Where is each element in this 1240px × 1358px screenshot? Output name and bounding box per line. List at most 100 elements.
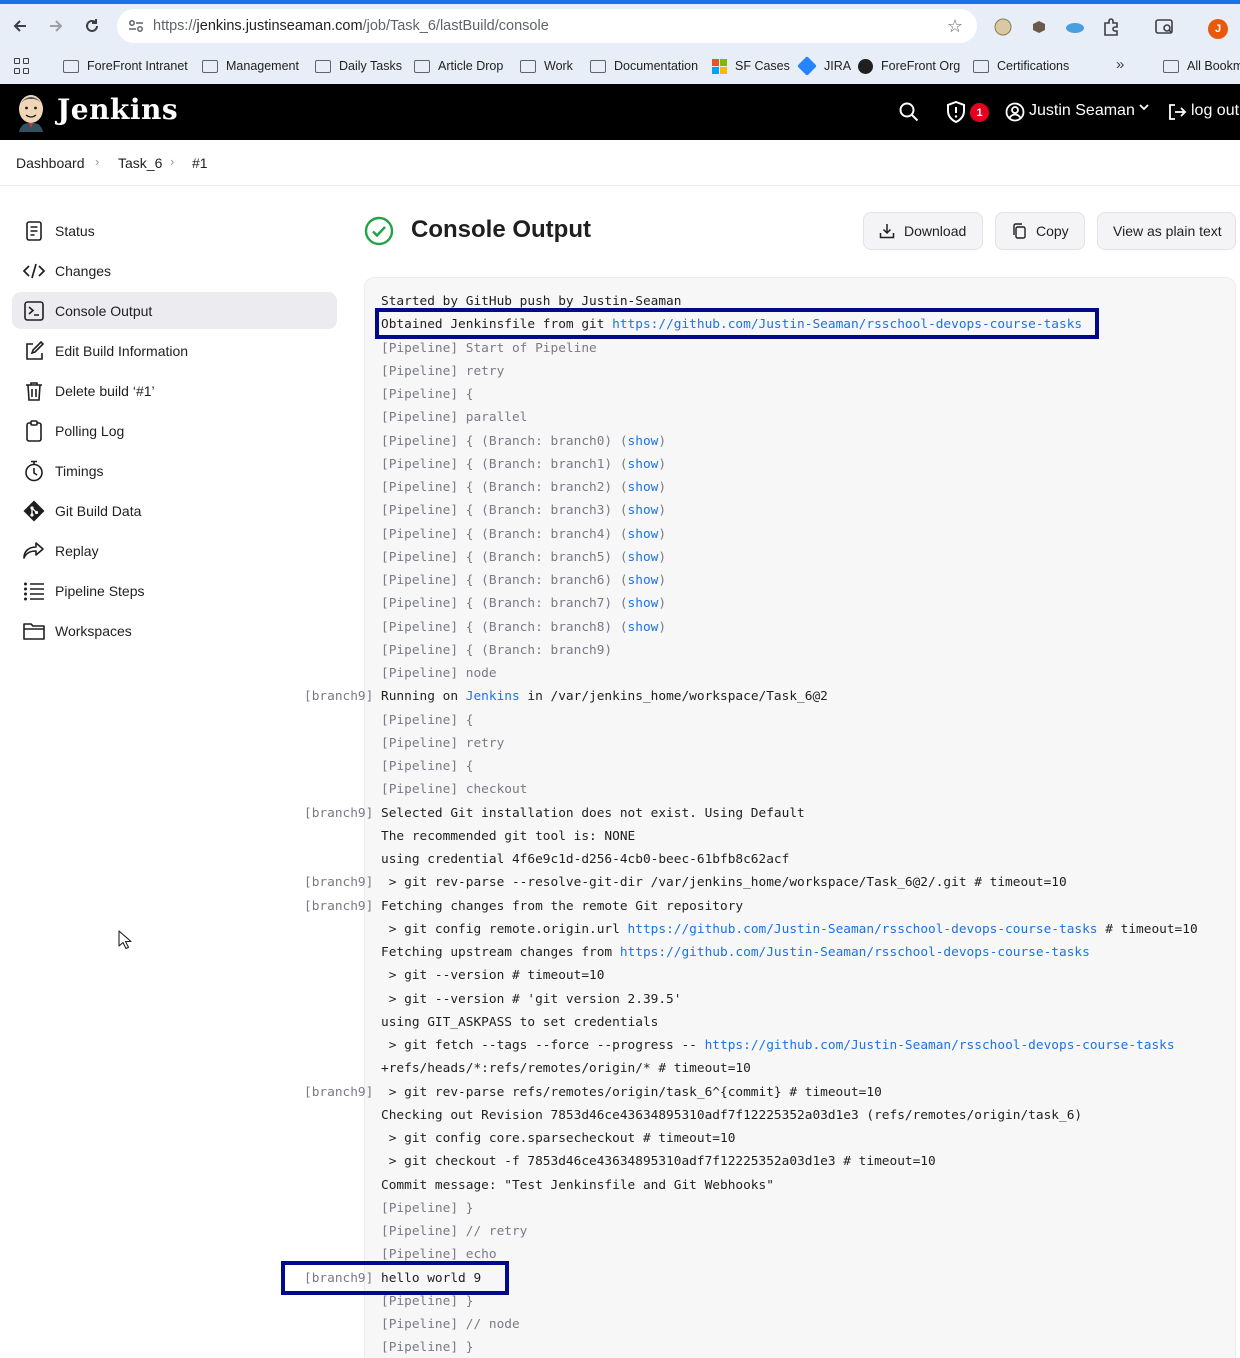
console-pipeline-text: ) (658, 503, 667, 518)
console-pipeline-text: [Pipeline] { (381, 759, 474, 774)
stopwatch-icon (23, 460, 45, 482)
bookmark-forefront-org[interactable]: ForeFront Org (858, 48, 960, 84)
console-text: > git rev-parse refs/remotes/origin/task… (381, 1085, 882, 1100)
console-line: [Pipeline] // retry (381, 1220, 527, 1243)
console-pipeline-text: [Pipeline] { (Branch: branch6) ( (381, 573, 628, 588)
console-link[interactable]: show (628, 503, 659, 518)
more-bookmarks-icon[interactable]: » (1116, 56, 1124, 73)
folder-icon (973, 59, 989, 73)
folder-icon (414, 59, 430, 73)
console-branch-prefix: [branch9] (304, 689, 374, 704)
sidebar-item-edit-build-information[interactable]: Edit Build Information (12, 332, 337, 369)
bookmark-label: JIRA (824, 59, 852, 73)
bookmark-label: Work (544, 59, 573, 73)
console-text: > git fetch --tags --force --progress -- (381, 1038, 705, 1053)
sidebar-item-label: Pipeline Steps (55, 582, 145, 599)
console-link[interactable]: show (628, 573, 659, 588)
security-warning-badge[interactable]: 1 (970, 103, 989, 122)
jenkins-logo-icon[interactable] (15, 92, 47, 132)
bookmark-management[interactable]: Management (202, 48, 299, 84)
bookmark-certifications[interactable]: Certifications (973, 48, 1069, 84)
logout-link[interactable]: log out (1191, 102, 1239, 120)
shield-icon[interactable] (946, 101, 966, 123)
console-pipeline-text: [Pipeline] parallel (381, 410, 528, 425)
browser-toolbar: https://jenkins.justinseaman.com/job/Tas… (0, 4, 1240, 48)
jenkins-title[interactable]: Jenkins (57, 93, 178, 126)
console-pipeline-text: [Pipeline] echo (381, 1247, 497, 1262)
console-line: using GIT_ASKPASS to set credentials (381, 1011, 658, 1034)
download-button[interactable]: Download (863, 212, 983, 250)
console-line: > git --version # 'git version 2.39.5' (381, 988, 682, 1011)
console-line: [Pipeline] // node (381, 1313, 520, 1336)
bookmark-article-drop[interactable]: Article Drop (414, 48, 503, 84)
console-link[interactable]: show (628, 596, 659, 611)
console-pipeline-text: [Pipeline] // retry (381, 1224, 528, 1239)
bookmark-star-icon[interactable]: ☆ (947, 16, 963, 37)
breadcrumb-build[interactable]: #1 (192, 155, 208, 171)
site-settings-icon[interactable] (127, 17, 145, 35)
console-link[interactable]: show (628, 434, 659, 449)
bookmark-label: Article Drop (438, 59, 504, 73)
console-link[interactable]: https://github.com/Justin-Seaman/rsschoo… (628, 922, 1098, 937)
bookmark-documentation[interactable]: Documentation (590, 48, 698, 84)
console-text: > git --version # 'git version 2.39.5' (381, 992, 682, 1007)
console-link[interactable]: Jenkins (466, 689, 520, 704)
bookmark-all-bookmarks[interactable]: All Bookm (1163, 48, 1240, 84)
console-pipeline-text: [Pipeline] } (381, 1340, 474, 1355)
console-link[interactable]: show (628, 620, 659, 635)
console-text: > git checkout -f 7853d46ce43634895310ad… (381, 1154, 936, 1169)
console-link[interactable]: show (628, 457, 659, 472)
console-link[interactable]: https://github.com/Justin-Seaman/rsschoo… (705, 1038, 1175, 1053)
bookmark-sf-cases[interactable]: SF Cases (712, 48, 790, 84)
folder-icon (520, 59, 536, 73)
console-line: [Pipeline] { (Branch: branch2) (show) (381, 476, 666, 499)
console-link[interactable]: show (628, 527, 659, 542)
tab-search-icon[interactable] (1154, 16, 1176, 38)
console-link[interactable]: show (628, 550, 659, 565)
url-host: jenkins.justinseaman.com (196, 18, 363, 34)
console-text: > git rev-parse --resolve-git-dir /var/j… (381, 875, 1067, 890)
sidebar-item-changes[interactable]: Changes (12, 252, 337, 289)
breadcrumb-task[interactable]: Task_6 (118, 155, 162, 171)
sidebar-item-status[interactable]: Status (12, 212, 337, 249)
chevron-down-icon[interactable] (1138, 101, 1150, 116)
bookmark-jira[interactable]: JIRA (797, 48, 852, 84)
sidebar-item-timings[interactable]: Timings (12, 452, 337, 489)
extension-cloud-icon[interactable] (1064, 16, 1086, 38)
arrow-right-icon (50, 20, 63, 32)
search-icon[interactable] (898, 101, 920, 123)
address-bar[interactable]: https://jenkins.justinseaman.com/job/Tas… (117, 9, 977, 43)
console-pipeline-text: ) (658, 596, 667, 611)
console-text: Selected Git installation does not exist… (381, 806, 805, 821)
user-menu[interactable]: Justin Seaman (1029, 102, 1135, 120)
console-line: [Pipeline] { (Branch: branch1) (show) (381, 453, 666, 476)
console-pipeline-text: ) (658, 620, 667, 635)
sidebar-item-label: Polling Log (55, 422, 125, 439)
reload-button[interactable] (74, 8, 110, 44)
apps-grid-icon[interactable] (14, 58, 30, 74)
sidebar-item-pipeline-steps[interactable]: Pipeline Steps (12, 572, 337, 609)
view-plain-text-button[interactable]: View as plain text (1097, 212, 1236, 250)
console-link[interactable]: show (628, 480, 659, 495)
console-link[interactable]: https://github.com/Justin-Seaman/rsschoo… (620, 945, 1090, 960)
sidebar-item-polling-log[interactable]: Polling Log (12, 412, 337, 449)
bookmark-work[interactable]: Work (520, 48, 573, 84)
bookmark-forefront-intranet[interactable]: ForeFront Intranet (63, 48, 188, 84)
sidebar-item-console-output[interactable]: Console Output (12, 292, 337, 329)
forward-button[interactable] (38, 8, 74, 44)
logout-icon[interactable] (1167, 102, 1187, 122)
back-button[interactable] (2, 8, 38, 44)
sidebar-item-git-build-data[interactable]: Git Build Data (12, 492, 337, 529)
copy-button[interactable]: Copy (995, 212, 1085, 250)
extension-icon[interactable] (992, 16, 1014, 38)
extension-box-icon[interactable] (1028, 16, 1050, 38)
sidebar-item-workspaces[interactable]: Workspaces (12, 612, 337, 649)
breadcrumb-dashboard[interactable]: Dashboard (16, 155, 85, 171)
extensions-puzzle-icon[interactable] (1100, 16, 1122, 38)
sidebar-item-delete-build[interactable]: Delete build ‘#1’ (12, 372, 337, 409)
console-branch-prefix: [branch9] (304, 875, 374, 890)
profile-avatar[interactable]: J (1208, 19, 1228, 39)
bookmark-daily-tasks[interactable]: Daily Tasks (315, 48, 402, 84)
sidebar-item-replay[interactable]: Replay (12, 532, 337, 569)
sidebar-item-label: Workspaces (55, 622, 132, 639)
